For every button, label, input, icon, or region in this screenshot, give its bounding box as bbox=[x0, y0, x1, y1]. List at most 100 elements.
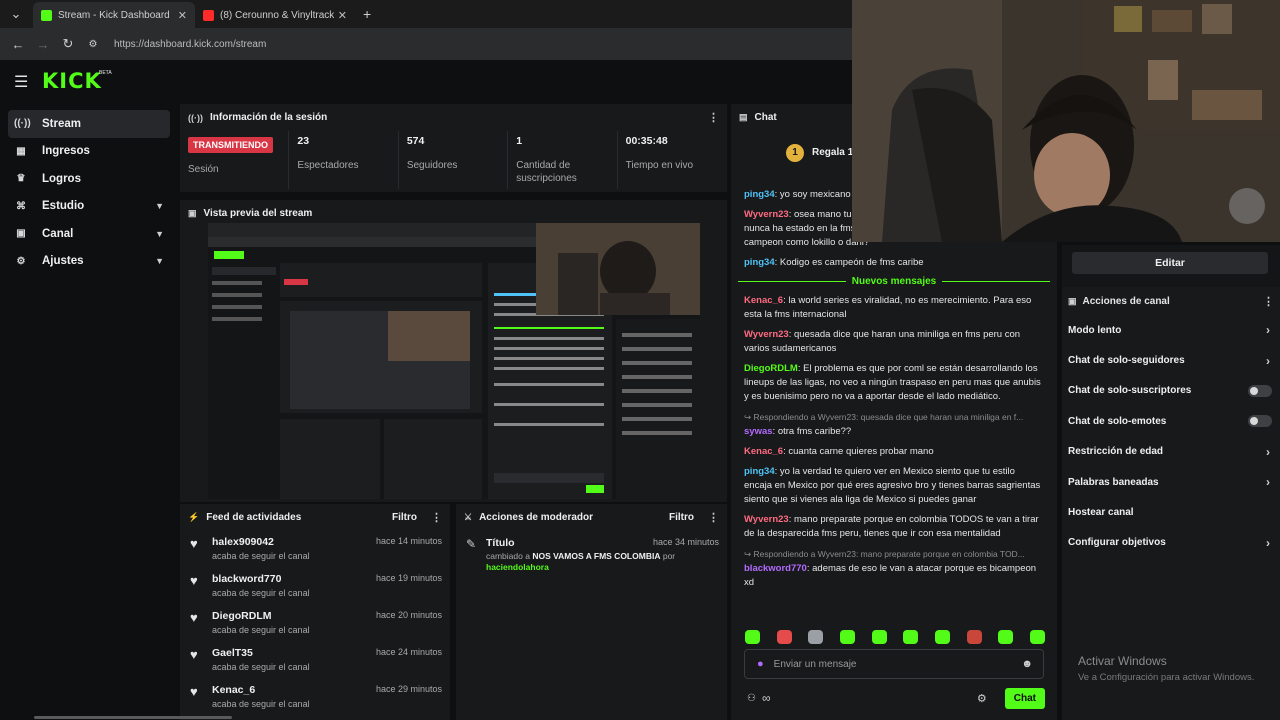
send-chat-button[interactable]: Chat bbox=[1004, 687, 1045, 709]
chat-username[interactable]: blackword770 bbox=[744, 563, 807, 574]
emotes-only-toggle[interactable] bbox=[1248, 415, 1272, 428]
reply-reference[interactable]: ↪ Respondiendo a Wyvern23: mano preparat… bbox=[744, 547, 1044, 561]
more-options-icon[interactable]: ⋮ bbox=[708, 511, 719, 524]
more-options-icon[interactable]: ⋮ bbox=[1263, 295, 1274, 308]
close-tab-icon[interactable]: ✕ bbox=[178, 9, 187, 22]
chat-username[interactable]: DiegoRDLM bbox=[744, 363, 798, 374]
horizontal-scrollbar[interactable] bbox=[34, 716, 232, 719]
activity-user[interactable]: Kenac_6 bbox=[212, 684, 376, 696]
chat-message: ↪ Respondiendo a Wyvern23: quesada dice … bbox=[744, 410, 1044, 439]
chat-username[interactable]: Wyvern23 bbox=[744, 329, 789, 340]
action-emotes-only: Chat de solo-emotes bbox=[1062, 406, 1280, 436]
sidebar-item-label: Logros bbox=[42, 172, 81, 185]
activity-user[interactable]: halex909042 bbox=[212, 536, 376, 548]
action-subscribers-only: Chat de solo-suscriptores bbox=[1062, 376, 1280, 406]
action-age-restriction[interactable]: Restricción de edad › bbox=[1062, 437, 1280, 467]
chat-message: ↪ Respondiendo a Wyvern23: mano preparat… bbox=[744, 547, 1044, 590]
chat-text: cuanta carne quieres probar mano bbox=[788, 446, 934, 457]
more-options-icon[interactable]: ⋮ bbox=[708, 111, 719, 124]
sidebar-item-label: Stream bbox=[42, 117, 81, 130]
forward-icon[interactable]: → bbox=[35, 37, 51, 52]
new-messages-label: Nuevos mensajes bbox=[851, 276, 937, 287]
edit-button[interactable]: Editar bbox=[1072, 252, 1268, 274]
filter-button[interactable]: Filtro bbox=[392, 512, 417, 523]
gear-icon[interactable]: ⚙ bbox=[977, 692, 987, 705]
sidebar-item-estudio[interactable]: ⌘ Estudio ▼ bbox=[8, 193, 170, 221]
chat-username[interactable]: ping34 bbox=[744, 466, 775, 477]
emote-icon[interactable] bbox=[998, 630, 1014, 644]
sidebar-item-canal[interactable]: ▣ Canal ▼ bbox=[8, 220, 170, 248]
action-label: Configurar objetivos bbox=[1068, 537, 1166, 549]
kick-logo[interactable]: KICK bbox=[42, 69, 102, 93]
reply-reference[interactable]: ↪ Respondiendo a Wyvern23: quesada dice … bbox=[744, 410, 1044, 424]
panel-header: ⚡ Feed de actividades Filtro ⋮ bbox=[180, 504, 450, 531]
more-options-icon[interactable]: ⋮ bbox=[431, 511, 442, 524]
sidebar-item-stream[interactable]: ((·)) Stream bbox=[8, 110, 170, 138]
action-slow-mode[interactable]: Modo lento › bbox=[1062, 315, 1280, 345]
browser-tab-kick[interactable]: Stream - Kick Dashboard ✕ bbox=[33, 2, 195, 28]
infinity-icon[interactable]: ∞ bbox=[762, 691, 771, 705]
sidebar-item-ingresos[interactable]: ▦ Ingresos bbox=[8, 138, 170, 166]
chat-username[interactable]: Kenac_6 bbox=[744, 446, 783, 457]
emote-icon[interactable] bbox=[871, 630, 887, 644]
back-icon[interactable]: ← bbox=[10, 37, 26, 52]
sidebar-item-label: Ajustes bbox=[42, 255, 84, 268]
emote-icon[interactable] bbox=[745, 630, 760, 644]
shield-icon: ▣ bbox=[1068, 295, 1077, 306]
emote-icon[interactable] bbox=[903, 630, 919, 644]
activity-item: ♥ Kenac_6 acaba de seguir el canal hace … bbox=[180, 679, 450, 716]
stat-value: 1 bbox=[516, 135, 523, 147]
activity-user[interactable]: DiegoRDLM bbox=[212, 610, 376, 622]
activity-desc: acaba de seguir el canal bbox=[212, 699, 310, 709]
reload-icon[interactable]: ↻ bbox=[60, 36, 76, 52]
chart-icon: ▦ bbox=[16, 145, 26, 157]
mod-action-time: hace 34 minutos bbox=[652, 537, 719, 547]
action-host-channel[interactable]: Hostear canal bbox=[1062, 497, 1280, 527]
tab-list-icon[interactable]: ⌄ bbox=[8, 6, 24, 22]
coin-icon: 1 bbox=[786, 144, 804, 162]
chevron-down-icon: ▼ bbox=[155, 228, 164, 239]
sidebar: ((·)) Stream ▦ Ingresos ♛ Logros ⌘ Estud… bbox=[8, 110, 170, 275]
action-followers-only[interactable]: Chat de solo-seguidores › bbox=[1062, 345, 1280, 375]
menu-icon[interactable]: ☰ bbox=[14, 72, 28, 92]
right-column: Editar ▣ Acciones de canal ⋮ Modo lento … bbox=[1062, 245, 1280, 720]
gift-sub-banner[interactable]: 1 Regala 1 s bbox=[786, 144, 861, 162]
action-banned-words[interactable]: Palabras baneadas › bbox=[1062, 467, 1280, 497]
emote-icon[interactable] bbox=[1029, 630, 1045, 644]
chat-username[interactable]: Wyvern23 bbox=[744, 514, 789, 525]
emote-icon[interactable] bbox=[808, 630, 824, 644]
site-info-icon[interactable]: ⚙ bbox=[85, 39, 101, 50]
emote-icon[interactable] bbox=[776, 630, 792, 644]
divider-line bbox=[738, 281, 846, 282]
chat-username[interactable]: sywas bbox=[744, 426, 773, 437]
stream-preview-video[interactable] bbox=[208, 223, 700, 499]
action-configure-goals[interactable]: Configurar objetivos › bbox=[1062, 528, 1280, 558]
action-label: Chat de solo-suscriptores bbox=[1068, 385, 1192, 397]
mod-user[interactable]: haciendolahora bbox=[486, 562, 549, 572]
filter-button[interactable]: Filtro bbox=[669, 512, 694, 523]
sidebar-item-logros[interactable]: ♛ Logros bbox=[8, 165, 170, 193]
chat-message: ping34: Kodigo es campeón de fms caribe bbox=[744, 257, 924, 268]
chat-username[interactable]: Wyvern23 bbox=[744, 209, 789, 220]
emoji-icon[interactable]: ☻ bbox=[1021, 658, 1033, 670]
chat-message-input[interactable] bbox=[773, 658, 1022, 670]
chat-username[interactable]: Kenac_6 bbox=[744, 295, 783, 306]
activity-user[interactable]: blackword770 bbox=[212, 573, 376, 585]
browser-tab-youtube[interactable]: (8) Cerounno & Vinyltracker - E ✕ bbox=[195, 2, 355, 28]
chat-username[interactable]: ping34 bbox=[744, 189, 775, 200]
sidebar-item-ajustes[interactable]: ⚙ Ajustes ▼ bbox=[8, 248, 170, 276]
subscribers-only-toggle[interactable] bbox=[1248, 384, 1272, 397]
youtube-favicon-icon bbox=[203, 9, 214, 21]
emote-icon[interactable] bbox=[966, 630, 982, 644]
chat-username[interactable]: ping34 bbox=[744, 257, 775, 268]
microphone-icon[interactable]: ● bbox=[757, 658, 764, 670]
users-icon[interactable]: ⚇ bbox=[747, 693, 756, 704]
activity-user[interactable]: GaelT35 bbox=[212, 647, 376, 659]
gear-icon: ⚙ bbox=[16, 255, 26, 267]
emote-icon[interactable] bbox=[934, 630, 950, 644]
action-label: Palabras baneadas bbox=[1068, 476, 1159, 488]
url-field[interactable]: https://dashboard.kick.com/stream bbox=[114, 39, 266, 50]
close-tab-icon[interactable]: ✕ bbox=[338, 9, 347, 22]
emote-icon[interactable] bbox=[839, 630, 855, 644]
new-tab-icon[interactable]: + bbox=[363, 6, 371, 22]
